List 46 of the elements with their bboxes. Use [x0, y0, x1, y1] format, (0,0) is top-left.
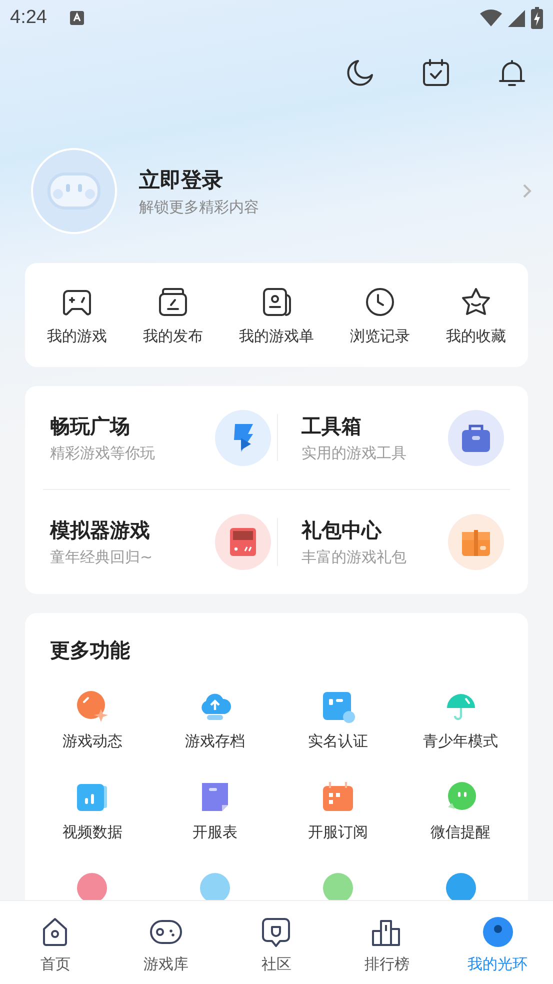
- keyboard-icon: [68, 10, 85, 26]
- login-subtitle: 解锁更多精彩内容: [139, 198, 259, 216]
- login-title[interactable]: 立即登录: [139, 166, 259, 194]
- signal-icon: [508, 10, 525, 26]
- feature-subtitle: 精彩游戏等你玩: [50, 444, 156, 462]
- shortcut-button[interactable]: 浏览记录: [350, 284, 410, 346]
- shortcut-button[interactable]: 我的收藏: [446, 284, 506, 346]
- profile-circle-icon: [480, 915, 515, 949]
- feature-subtitle: 丰富的游戏礼包: [302, 548, 408, 567]
- feature-item[interactable]: 微信提醒: [399, 779, 522, 842]
- shortcut-button[interactable]: 我的游戏: [47, 284, 107, 346]
- feature-entry[interactable]: 工具箱 实用的游戏工具: [276, 386, 510, 490]
- feature-item[interactable]: 游戏动态: [31, 688, 154, 751]
- feature-subtitle: 实用的游戏工具: [302, 444, 408, 462]
- nav-tab[interactable]: 游戏库: [110, 901, 221, 984]
- night-mode-icon[interactable]: [345, 58, 375, 88]
- feature-entry[interactable]: 模拟器游戏 童年经典回归~: [43, 490, 276, 594]
- feature-item[interactable]: 视频数据: [31, 779, 154, 842]
- battery-icon: [531, 7, 543, 29]
- feature-title: 工具箱: [302, 412, 362, 440]
- feature-item[interactable]: 开服表: [154, 779, 276, 842]
- shortcut-button[interactable]: 我的游戏单: [239, 284, 314, 346]
- notification-bell-icon[interactable]: [497, 58, 527, 88]
- shortcut-button[interactable]: 我的发布: [143, 284, 203, 346]
- lightning-play-icon: [214, 410, 270, 466]
- feature-title: 模拟器游戏: [50, 517, 151, 544]
- nav-tab[interactable]: 排行榜: [332, 901, 442, 984]
- feature-title: 畅玩广场: [50, 412, 131, 440]
- feature-subtitle: 童年经典回归~: [50, 548, 154, 567]
- feature-entry[interactable]: 礼包中心 丰富的游戏礼包: [276, 490, 510, 594]
- feature-item[interactable]: 游戏存档: [154, 688, 276, 751]
- feature-item[interactable]: 开服订阅: [276, 779, 400, 842]
- nav-tab[interactable]: 社区: [221, 901, 332, 984]
- feature-item[interactable]: 青少年模式: [399, 688, 522, 751]
- feature-entry[interactable]: 畅玩广场 精彩游戏等你玩: [43, 386, 276, 490]
- calendar-check-icon[interactable]: [421, 58, 451, 88]
- gift-box-icon: [448, 514, 504, 570]
- status-time: 4:24: [10, 7, 47, 29]
- toolbox-icon: [448, 410, 504, 466]
- section-title: 更多功能: [50, 637, 131, 664]
- feature-item[interactable]: 实名认证: [276, 688, 400, 751]
- feature-title: 礼包中心: [302, 517, 383, 544]
- wifi-icon: [480, 8, 502, 28]
- nav-tab[interactable]: 首页: [0, 901, 110, 984]
- ball-sparkle-icon: [74, 688, 110, 724]
- handheld-console-icon: [214, 514, 270, 570]
